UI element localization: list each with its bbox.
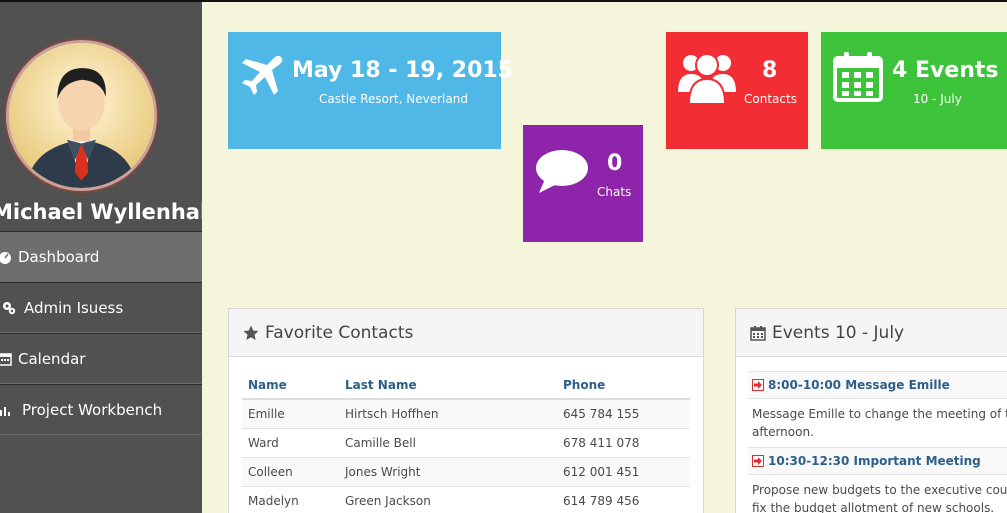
calendar-icon	[0, 352, 12, 366]
arrow-right-square-icon	[752, 379, 764, 391]
arrow-right-square-icon	[752, 455, 764, 467]
table-row[interactable]: Emille Hirtsch Hoffhen 645 784 155	[242, 398, 690, 428]
contact-last-name: Hirtsch Hoffhen	[339, 398, 557, 428]
contacts-table: Name Last Name Phone Emille Hirtsch Hoff…	[242, 372, 690, 513]
contact-first-name: Ward	[242, 427, 339, 457]
favorite-contacts-title: Favorite Contacts	[265, 322, 414, 343]
avatar-illustration	[9, 43, 154, 188]
event-description: Propose new budgets to the executive cou…	[748, 475, 1007, 513]
event-title-text: 8:00-10:00 Message Emille	[768, 378, 950, 392]
events-panel-title: Events 10 - July	[772, 322, 905, 343]
event-description-line: fix the budget allotment of new schools.	[752, 501, 995, 513]
bar-chart-icon	[0, 406, 10, 416]
column-header-name[interactable]: Name	[242, 372, 339, 400]
favorite-contacts-header: Favorite Contacts	[229, 309, 703, 357]
calendar-icon	[833, 52, 883, 102]
table-row[interactable]: Colleen Jones Wright 612 001 451	[242, 456, 690, 486]
contact-phone: 614 789 456	[557, 485, 690, 513]
contact-last-name: Camille Bell	[339, 427, 557, 457]
contact-first-name: Emille	[242, 398, 339, 428]
contacts-label: Contacts	[744, 92, 797, 106]
sidebar-item-calendar[interactable]: Calendar	[0, 333, 202, 384]
user-name: Michael Wyllenhal	[0, 200, 202, 224]
calendar-icon	[750, 325, 766, 341]
event-description-line: Message Emille to change the meeting of …	[752, 407, 1007, 421]
events-list: 8:00-10:00 Message Emille Message Emille…	[748, 371, 1007, 513]
date-tile-title: May 18 - 19, 2015	[292, 58, 513, 83]
sidebar-item-admin-isuess[interactable]: Admin Isuess	[0, 282, 202, 333]
column-header-phone[interactable]: Phone	[557, 372, 690, 400]
contact-phone: 645 784 155	[557, 398, 690, 428]
events-tile[interactable]: 4 Events 10 - July	[821, 32, 1007, 149]
star-icon	[243, 325, 259, 340]
event-title[interactable]: 10:30-12:30 Important Meeting	[748, 447, 1007, 475]
sidebar-item-label: Admin Isuess	[24, 298, 124, 317]
event-description-line: Propose new budgets to the executive cou…	[752, 483, 1007, 497]
plane-icon	[242, 55, 283, 95]
sidebar-item-project-workbench[interactable]: Project Workbench	[0, 384, 202, 435]
table-row[interactable]: Madelyn Green Jackson 614 789 456	[242, 485, 690, 513]
contact-first-name: Colleen	[242, 456, 339, 486]
users-icon	[678, 53, 736, 104]
contact-last-name: Green Jackson	[339, 485, 557, 513]
date-tile-subtitle: Castle Resort, Neverland	[319, 92, 468, 106]
chats-label: Chats	[597, 185, 632, 199]
contact-last-name: Jones Wright	[339, 456, 557, 486]
comment-icon	[536, 150, 588, 193]
favorite-contacts-panel: Favorite Contacts Name Last Name Phone E…	[228, 308, 704, 513]
event-title[interactable]: 8:00-10:00 Message Emille	[748, 371, 1007, 399]
column-header-last-name[interactable]: Last Name	[339, 372, 557, 400]
events-panel: Events 10 - July 8:00-10:00 Message Emil…	[735, 308, 1007, 513]
events-count: 4 Events	[892, 58, 999, 83]
event-title-text: 10:30-12:30 Important Meeting	[768, 454, 981, 468]
chats-tile[interactable]: 0 Chats	[523, 125, 643, 242]
contact-phone: 612 001 451	[557, 456, 690, 486]
contact-phone: 678 411 078	[557, 427, 690, 457]
chats-count: 0	[607, 151, 623, 176]
contact-first-name: Madelyn	[242, 485, 339, 513]
date-tile[interactable]: May 18 - 19, 2015 Castle Resort, Neverla…	[228, 32, 513, 149]
dashboard-icon	[0, 251, 11, 264]
contacts-tile[interactable]: 8 Contacts	[666, 32, 808, 149]
sidebar-nav: Dashboard Admin Isuess Calendar Project …	[0, 231, 202, 435]
sidebar-item-label: Calendar	[18, 349, 86, 368]
avatar[interactable]	[6, 40, 157, 191]
events-date: 10 - July	[913, 92, 962, 106]
events-panel-header: Events 10 - July	[736, 309, 1007, 357]
sidebar-item-label: Project Workbench	[22, 400, 163, 419]
cogs-icon	[3, 301, 16, 314]
event-description-line: afternoon.	[752, 425, 814, 439]
event-description: Message Emille to change the meeting of …	[748, 399, 1007, 447]
sidebar-item-label: Dashboard	[18, 247, 100, 266]
contacts-count: 8	[762, 58, 778, 83]
sidebar-item-dashboard[interactable]: Dashboard	[0, 231, 202, 282]
sidebar: Michael Wyllenhal Dashboard Admin Isuess…	[0, 2, 202, 513]
table-row[interactable]: Ward Camille Bell 678 411 078	[242, 427, 690, 457]
